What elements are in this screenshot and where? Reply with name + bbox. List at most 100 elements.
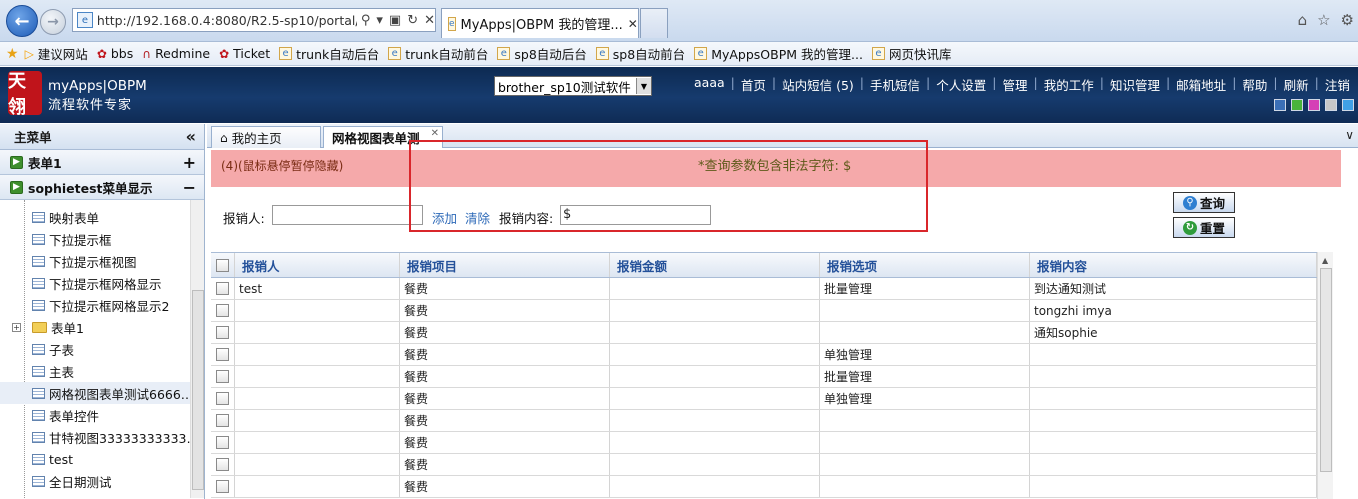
refresh-icon[interactable]: ↻	[407, 13, 418, 28]
top-nav-item[interactable]: 站内短信 (5)	[776, 75, 860, 94]
top-nav-item[interactable]: 个人设置	[930, 75, 992, 94]
chevron-down-icon[interactable]: ▼	[636, 78, 651, 94]
close-icon[interactable]: ✕	[431, 128, 439, 139]
row-checkbox[interactable]	[216, 304, 229, 317]
top-nav-item[interactable]: 帮助	[1236, 75, 1273, 94]
address-bar[interactable]: e http://192.168.0.4:8080/R2.5-sp10/port…	[72, 8, 436, 32]
favorite-link[interactable]: ✿ bbs	[97, 46, 133, 61]
row-checkbox[interactable]	[216, 480, 229, 493]
stop-icon[interactable]: ✕	[424, 13, 435, 28]
favorite-link[interactable]: e sp8自动后台	[497, 44, 587, 63]
scrollbar-thumb[interactable]	[1320, 268, 1332, 472]
gear-icon[interactable]: ⚙	[1341, 11, 1354, 29]
search-button[interactable]: ⚲ 查询	[1173, 192, 1235, 213]
theme-swatch[interactable]	[1342, 99, 1354, 111]
top-nav-item[interactable]: 注销	[1319, 75, 1356, 94]
scrollbar-thumb[interactable]	[192, 290, 204, 490]
browser-tab-active[interactable]: e MyApps|OBPM 我的管理... ✕	[441, 8, 639, 38]
dropdown-icon[interactable]: ▾	[376, 13, 383, 28]
sidebar-scrollbar[interactable]	[190, 200, 204, 498]
row-checkbox[interactable]	[216, 348, 229, 361]
row-checkbox[interactable]	[216, 326, 229, 339]
home-icon[interactable]: ⌂	[1298, 11, 1308, 29]
table-row[interactable]: 餐费	[211, 432, 1317, 454]
forward-button[interactable]: →	[40, 9, 66, 35]
sidebar-tree-item[interactable]: 下拉提示框	[0, 228, 204, 250]
row-checkbox[interactable]	[216, 282, 229, 295]
row-checkbox[interactable]	[216, 414, 229, 427]
compat-view-icon[interactable]: ▣	[389, 13, 401, 28]
close-tab-icon[interactable]: ✕	[628, 17, 638, 31]
top-nav-item[interactable]: 邮箱地址	[1170, 75, 1232, 94]
column-header[interactable]: 报销人	[235, 253, 400, 277]
sidebar-tree-item[interactable]: 下拉提示框网格显示2	[0, 294, 204, 316]
sidebar-tree-item[interactable]: 网格视图表单测试6666…	[0, 382, 204, 404]
table-row[interactable]: 餐费 通知sophie	[211, 322, 1317, 344]
table-row[interactable]: test 餐费 批量管理 到达通知测试	[211, 278, 1317, 300]
table-row[interactable]: 餐费 单独管理	[211, 388, 1317, 410]
sidebar-group-form1[interactable]: ▶ 表单1 +	[0, 150, 204, 175]
top-nav-item[interactable]: 知识管理	[1104, 75, 1166, 94]
row-checkbox[interactable]	[216, 370, 229, 383]
favorite-link[interactable]: ∩ Redmine	[142, 46, 210, 61]
table-row[interactable]: 餐费 批量管理	[211, 366, 1317, 388]
expand-icon[interactable]: +	[183, 153, 196, 172]
top-nav-item[interactable]: 首页	[735, 75, 772, 94]
table-row[interactable]: 餐费	[211, 410, 1317, 432]
reporter-input[interactable]	[272, 205, 423, 225]
address-url[interactable]: http://192.168.0.4:8080/R2.5-sp10/portal…	[97, 13, 357, 28]
favorite-link[interactable]: ▷ 建议网站	[25, 44, 88, 63]
table-row[interactable]: 餐费 tongzhi imya	[211, 300, 1317, 322]
row-checkbox[interactable]	[216, 436, 229, 449]
favorites-star-icon[interactable]: ☆	[1317, 11, 1330, 29]
favorite-link[interactable]: e sp8自动前台	[595, 44, 685, 63]
column-header[interactable]: 报销选项	[820, 253, 1030, 277]
sidebar-tree-item[interactable]: + 表单1	[0, 316, 204, 338]
top-nav-item[interactable]: 我的工作	[1038, 75, 1100, 94]
collapse-sidebar-icon[interactable]: «	[186, 127, 196, 146]
top-nav-item[interactable]: aaaa	[688, 75, 731, 94]
table-row[interactable]: 餐费 单独管理	[211, 344, 1317, 366]
favorite-link[interactable]: e 网页快讯库	[871, 44, 951, 63]
favorite-link[interactable]: e trunk自动前台	[388, 44, 488, 63]
favorite-link[interactable]: ✿ Ticket	[219, 46, 270, 61]
table-row[interactable]: 餐费	[211, 476, 1317, 498]
tab-home[interactable]: ⌂ 我的主页	[211, 126, 321, 148]
sidebar-tree-item[interactable]: 全日期测试	[0, 470, 204, 492]
column-header[interactable]: 报销金额	[610, 253, 820, 277]
sidebar-tree-item[interactable]: 下拉提示框网格显示	[0, 272, 204, 294]
new-tab-button[interactable]	[640, 8, 668, 38]
expand-icon[interactable]: +	[12, 322, 21, 332]
column-header[interactable]: 报销内容	[1030, 253, 1317, 277]
sidebar-tree-item[interactable]: 子表	[0, 338, 204, 360]
sidebar-tree-item[interactable]: 下拉提示框视图	[0, 250, 204, 272]
theme-swatch[interactable]	[1274, 99, 1286, 111]
sidebar-tree-item[interactable]: 映射表单	[0, 206, 204, 228]
application-select[interactable]: brother_sp10测试软件 ▼	[494, 76, 652, 96]
theme-swatch[interactable]	[1291, 99, 1303, 111]
favorite-link[interactable]: e trunk自动后台	[279, 44, 379, 63]
sidebar-tree-item[interactable]: test	[0, 448, 204, 470]
row-checkbox[interactable]	[216, 458, 229, 471]
top-nav-item[interactable]: 刷新	[1278, 75, 1315, 94]
collapse-icon[interactable]: −	[183, 178, 196, 197]
select-all-checkbox[interactable]	[216, 258, 229, 272]
column-header[interactable]: 报销项目	[400, 253, 610, 277]
back-button[interactable]: ←	[6, 5, 38, 37]
reset-button[interactable]: ↻ 重置	[1173, 217, 1235, 238]
table-row[interactable]: 餐费	[211, 454, 1317, 476]
sidebar-group-sophietest[interactable]: ▶ sophietest菜单显示 −	[0, 175, 204, 200]
grid-scrollbar[interactable]: ▲	[1317, 252, 1333, 499]
top-nav-item[interactable]: 手机短信	[864, 75, 926, 94]
top-nav-item[interactable]: 管理	[996, 75, 1033, 94]
chevron-double-down-icon[interactable]: ∨	[1345, 128, 1354, 142]
row-checkbox[interactable]	[216, 392, 229, 405]
sidebar-tree-item[interactable]: 甘特视图33333333333…	[0, 426, 204, 448]
sidebar-tree-item[interactable]: 主表	[0, 360, 204, 382]
search-icon[interactable]: ⚲	[361, 13, 371, 28]
favorites-star-icon[interactable]: ★	[6, 46, 19, 62]
scroll-up-icon[interactable]: ▲	[1322, 256, 1328, 265]
favorite-link[interactable]: e MyAppsOBPM 我的管理...	[694, 44, 863, 63]
sidebar-tree-item[interactable]: 表单控件	[0, 404, 204, 426]
theme-swatch[interactable]	[1308, 99, 1320, 111]
